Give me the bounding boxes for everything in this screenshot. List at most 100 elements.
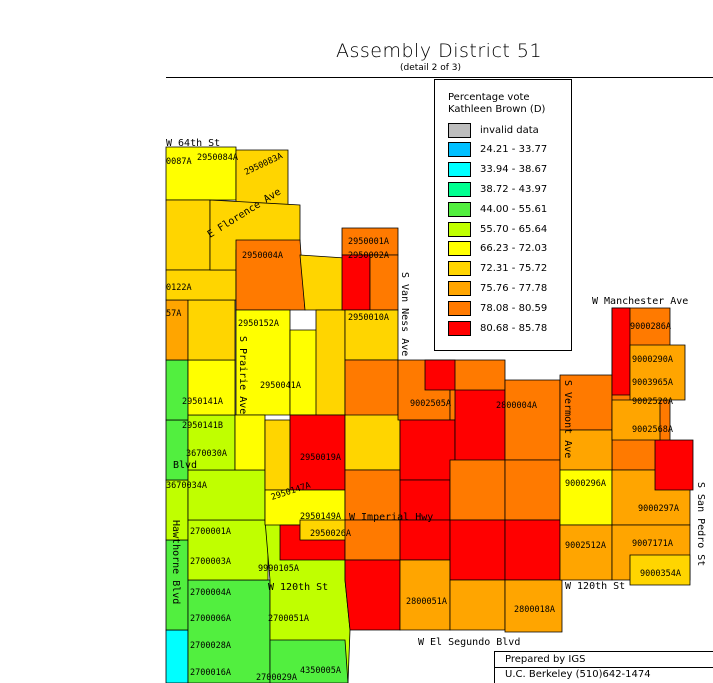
legend-swatch bbox=[448, 280, 471, 296]
precinct-label: 2700006A bbox=[190, 614, 231, 624]
street-label: W 120th St bbox=[268, 582, 328, 593]
credits-contact: U.C. Berkeley (510)642-1474 bbox=[505, 669, 651, 680]
legend-swatch bbox=[448, 320, 471, 336]
legend-label: 33.94 - 38.67 bbox=[480, 164, 548, 176]
legend-label: 80.68 - 85.78 bbox=[480, 322, 548, 334]
precinct-label: 0087A bbox=[166, 157, 192, 167]
precinct-label: 9000296A bbox=[565, 479, 606, 489]
precinct-area bbox=[344, 414, 401, 471]
street-label: W 64th St bbox=[166, 138, 220, 149]
street-label: S Van Ness Ave bbox=[399, 272, 410, 356]
precinct-area bbox=[654, 439, 694, 491]
legend-swatch bbox=[448, 261, 471, 277]
legend-item: 72.31 - 75.72 bbox=[448, 261, 547, 277]
precinct-label: 9000354A bbox=[640, 569, 681, 579]
precinct-label: 3670034A bbox=[166, 481, 207, 491]
precinct-label: 2800018A bbox=[514, 605, 555, 615]
legend-swatch bbox=[448, 221, 471, 237]
street-label: W Imperial Hwy bbox=[349, 512, 433, 523]
precinct-label: 2700028A bbox=[190, 641, 231, 651]
legend-item: 80.68 - 85.78 bbox=[448, 320, 547, 336]
legend-label: 78.08 - 80.59 bbox=[480, 302, 548, 314]
legend-swatch bbox=[448, 162, 471, 178]
precinct-label: 2950152A bbox=[238, 319, 279, 329]
credits-box: Prepared by IGS U.C. Berkeley (510)642-1… bbox=[494, 651, 713, 683]
precinct-label: 57A bbox=[166, 309, 181, 319]
precinct-label: 9002505A bbox=[410, 399, 451, 409]
legend: Percentage vote Kathleen Brown (D) inval… bbox=[434, 79, 572, 351]
precinct-area bbox=[399, 519, 451, 561]
precinct-label: 9002568A bbox=[632, 425, 673, 435]
precinct-label: 2700016A bbox=[190, 668, 231, 678]
street-label: Blvd bbox=[173, 460, 197, 471]
legend-item: 44.00 - 55.61 bbox=[448, 201, 547, 217]
precinct-label: 2950019A bbox=[300, 453, 341, 463]
legend-label: 75.76 - 77.78 bbox=[480, 282, 548, 294]
legend-item: 33.94 - 38.67 bbox=[448, 162, 547, 178]
precinct-label: 2950149A bbox=[300, 512, 341, 522]
legend-label: 38.72 - 43.97 bbox=[480, 183, 548, 195]
precinct-label: 2950010A bbox=[348, 313, 389, 323]
legend-label: 72.31 - 75.72 bbox=[480, 263, 548, 275]
legend-swatch bbox=[448, 122, 471, 138]
precinct-label: 0122A bbox=[166, 283, 192, 293]
street-label: S Prairie Ave bbox=[237, 336, 248, 414]
district-map: W 64th St E Florence Ave S Van Ness Ave … bbox=[165, 138, 706, 683]
legend-label: invalid data bbox=[480, 124, 539, 136]
legend-item: 55.70 - 65.64 bbox=[448, 221, 547, 237]
precinct-area bbox=[424, 359, 456, 391]
precinct-area bbox=[399, 419, 456, 481]
precinct-label: 9000286A bbox=[630, 322, 671, 332]
street-label: W Manchester Ave bbox=[592, 296, 688, 307]
precinct-area bbox=[504, 519, 561, 581]
precinct-label: 2950001A bbox=[348, 237, 389, 247]
precinct-label: 9002520A bbox=[632, 397, 673, 407]
street-label: S Vermont Ave bbox=[562, 380, 573, 458]
precinct-area bbox=[449, 519, 506, 581]
legend-swatch bbox=[448, 241, 471, 257]
precinct-area bbox=[449, 579, 506, 631]
precinct-area bbox=[629, 344, 686, 401]
legend-label: 66.23 - 72.03 bbox=[480, 243, 548, 255]
legend-swatch bbox=[448, 201, 471, 217]
precinct-area bbox=[344, 559, 401, 631]
precinct-label: 2800004A bbox=[496, 401, 537, 411]
precinct-area bbox=[187, 299, 236, 361]
precinct-label: 4350005A bbox=[300, 666, 341, 676]
street-label: W El Segundo Blvd bbox=[418, 637, 520, 648]
legend-swatch bbox=[448, 300, 471, 316]
legend-item: 66.23 - 72.03 bbox=[448, 241, 547, 257]
precinct-area bbox=[559, 524, 613, 581]
legend-label: 44.00 - 55.61 bbox=[480, 203, 548, 215]
precinct-area bbox=[234, 414, 266, 471]
precinct-label: 2800051A bbox=[406, 597, 447, 607]
precinct-area bbox=[165, 629, 189, 683]
legend-item: 75.76 - 77.78 bbox=[448, 280, 547, 296]
precinct-label: 2700001A bbox=[190, 527, 231, 537]
credits-prepared-by: Prepared by IGS bbox=[505, 654, 586, 665]
precinct-label: 2950084A bbox=[197, 153, 238, 163]
precinct-area bbox=[504, 379, 561, 461]
legend-item: invalid data bbox=[448, 122, 539, 138]
legend-item: 78.08 - 80.59 bbox=[448, 300, 547, 316]
precinct-label: 9000290A bbox=[632, 355, 673, 365]
legend-item: 24.21 - 33.77 bbox=[448, 142, 547, 158]
legend-title: Percentage vote Kathleen Brown (D) bbox=[448, 92, 545, 116]
precinct-label: 9002512A bbox=[565, 541, 606, 551]
precinct-label: 2700003A bbox=[190, 557, 231, 567]
precinct-area bbox=[187, 469, 266, 521]
precinct-label: 2950002A bbox=[348, 251, 389, 261]
precinct-area bbox=[165, 359, 189, 421]
precinct-area bbox=[449, 459, 506, 521]
precinct-area bbox=[369, 254, 399, 311]
precinct-area bbox=[344, 359, 399, 421]
precinct-label: 9007171A bbox=[632, 539, 673, 549]
precinct-label: 2700051A bbox=[268, 614, 309, 624]
legend-label: 55.70 - 65.64 bbox=[480, 223, 548, 235]
street-label: S San Pedro St bbox=[695, 482, 706, 566]
precinct-area bbox=[165, 199, 211, 271]
precinct-label: 9003965A bbox=[632, 378, 673, 388]
precinct-label: 2950141A bbox=[182, 397, 223, 407]
legend-title-line2: Kathleen Brown (D) bbox=[448, 104, 546, 115]
legend-label: 24.21 - 33.77 bbox=[480, 144, 548, 156]
